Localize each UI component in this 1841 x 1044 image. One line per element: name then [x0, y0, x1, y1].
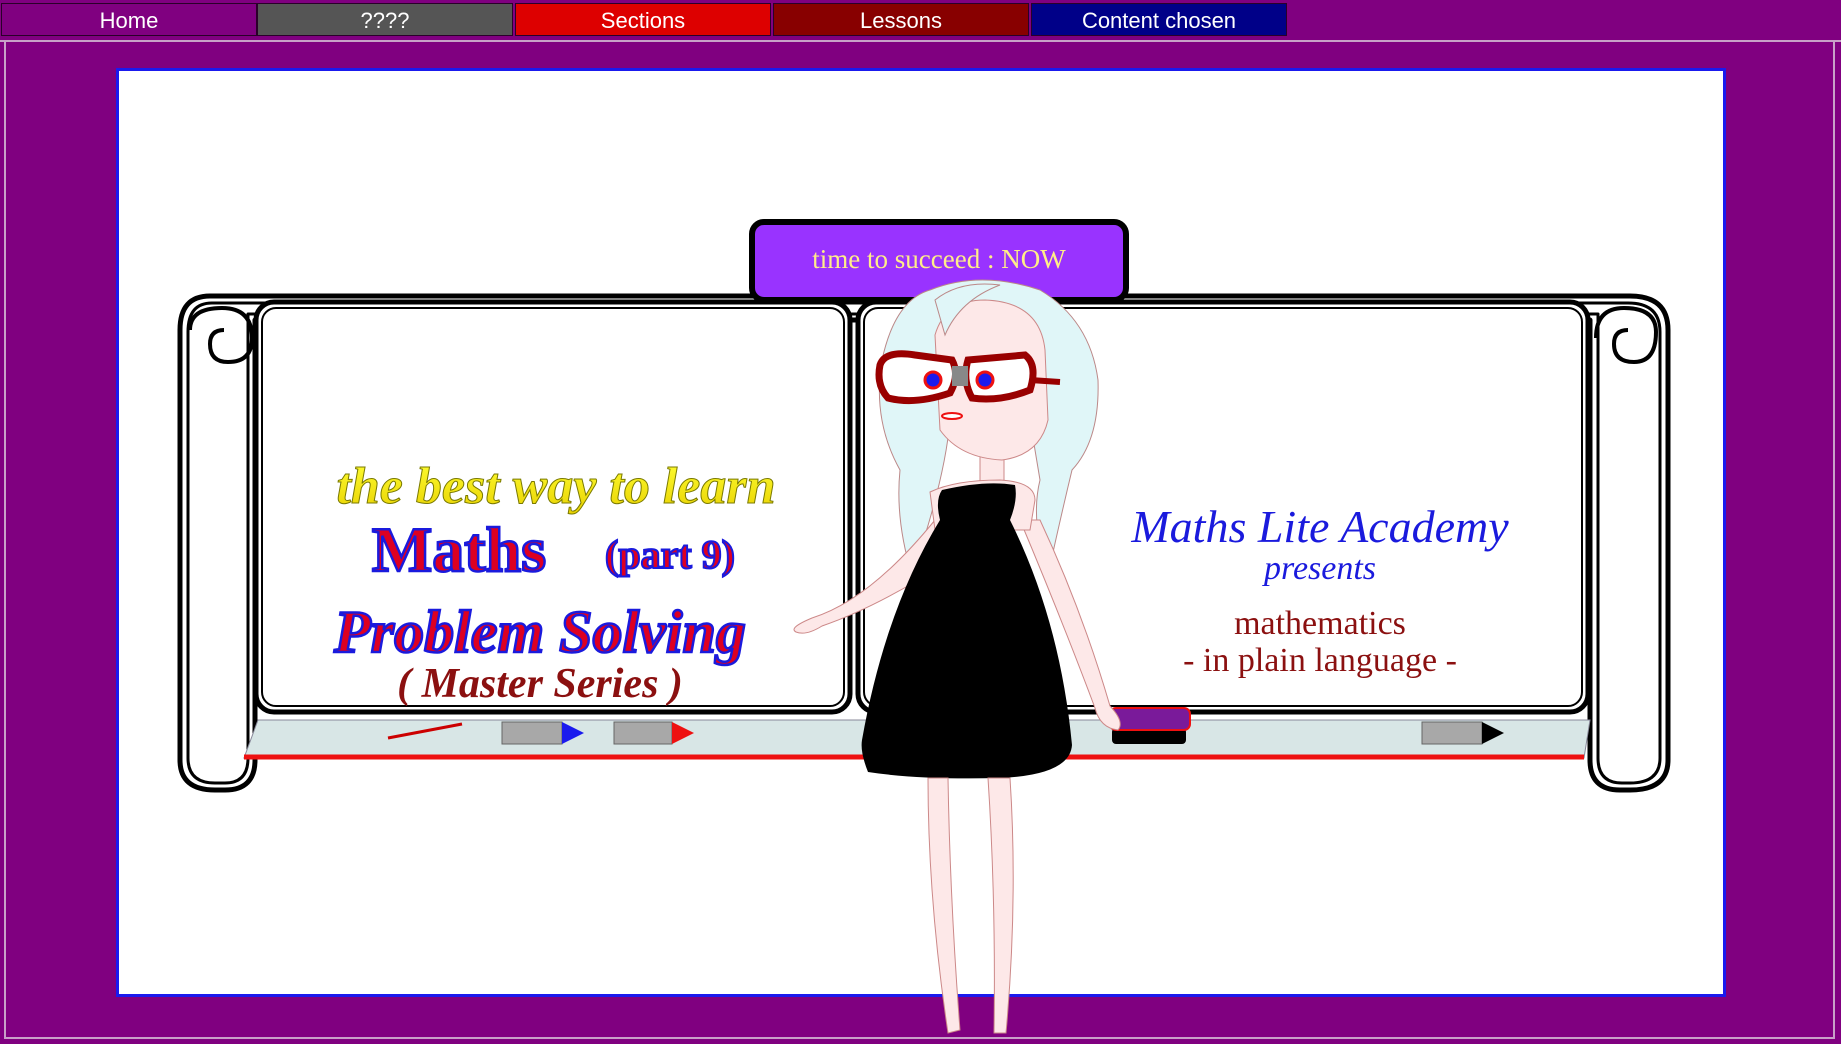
- maths-title: Maths: [372, 514, 546, 585]
- academy-name: Maths Lite Academy: [1130, 501, 1509, 552]
- banner-text: time to succeed : NOW: [812, 244, 1066, 274]
- problem-solving-title: Problem Solving: [333, 599, 746, 665]
- eraser-icon: [1109, 707, 1191, 744]
- master-series-subtitle: ( Master Series ): [397, 661, 683, 707]
- tagline-text: the best way to learn: [336, 458, 775, 515]
- part-label: (part 9): [605, 532, 735, 577]
- plain-language-text: - in plain language -: [1183, 642, 1457, 679]
- scene-canvas: time to succeed : NOW the best way to le…: [177, 219, 1671, 1034]
- mathematics-text: mathematics: [1234, 605, 1406, 642]
- presents-text: presents: [1262, 550, 1376, 587]
